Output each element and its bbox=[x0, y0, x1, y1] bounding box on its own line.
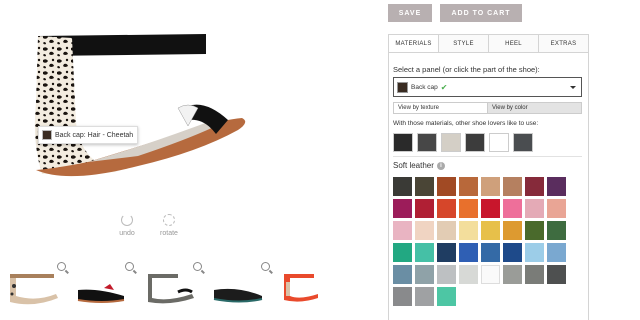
color-swatch[interactable] bbox=[393, 243, 412, 262]
info-icon[interactable]: i bbox=[436, 162, 445, 170]
color-swatch[interactable] bbox=[503, 265, 522, 284]
color-swatch[interactable] bbox=[437, 287, 456, 306]
color-swatch[interactable] bbox=[459, 243, 478, 262]
color-swatch[interactable] bbox=[525, 199, 544, 218]
material-swatch[interactable] bbox=[513, 133, 533, 152]
undo-icon bbox=[121, 214, 133, 226]
color-swatch[interactable] bbox=[415, 199, 434, 218]
shoe-thumbnail[interactable] bbox=[6, 262, 66, 308]
color-swatch[interactable] bbox=[415, 243, 434, 262]
select-panel-label: Select a panel (or click the part of the… bbox=[393, 65, 540, 74]
color-swatch[interactable] bbox=[503, 199, 522, 218]
shoe-thumbnail[interactable] bbox=[74, 262, 134, 308]
color-swatch[interactable] bbox=[503, 221, 522, 240]
color-swatch[interactable] bbox=[459, 177, 478, 196]
shoe-image[interactable] bbox=[28, 22, 278, 187]
add-to-cart-button[interactable]: ADD TO CART bbox=[440, 4, 522, 22]
selected-panel-text: Back cap bbox=[411, 83, 438, 91]
material-swatch[interactable] bbox=[465, 133, 485, 152]
shoe-thumbnail[interactable] bbox=[210, 262, 270, 308]
color-swatch[interactable] bbox=[437, 199, 456, 218]
tab-style[interactable]: STYLE bbox=[438, 35, 488, 52]
shoe-preview: Back cap: Hair - Cheetah undo rotate bbox=[0, 0, 380, 320]
color-swatch[interactable] bbox=[437, 243, 456, 262]
tooltip-text: Back cap: Hair - Cheetah bbox=[55, 131, 134, 139]
recommend-label: With those materials, other shoe lovers … bbox=[393, 120, 539, 127]
divider bbox=[393, 156, 582, 157]
swatch-grid bbox=[393, 177, 566, 306]
panel-tooltip: Back cap: Hair - Cheetah bbox=[38, 126, 139, 144]
color-swatch[interactable] bbox=[525, 177, 544, 196]
color-swatch[interactable] bbox=[459, 199, 478, 218]
tab-bar: MATERIALS STYLE HEEL EXTRAS bbox=[389, 35, 588, 53]
shoe-thumbnails bbox=[6, 262, 326, 310]
color-swatch[interactable] bbox=[415, 265, 434, 284]
zoom-icon[interactable] bbox=[261, 262, 270, 271]
color-swatch[interactable] bbox=[525, 265, 544, 284]
rotate-label: rotate bbox=[160, 230, 178, 237]
color-swatch[interactable] bbox=[525, 243, 544, 262]
check-icon: ✔ bbox=[440, 82, 448, 92]
shoe-thumbnail[interactable] bbox=[142, 262, 202, 308]
panel-thumbnail bbox=[397, 81, 408, 93]
chevron-down-icon bbox=[570, 86, 576, 89]
view-toggle: View by texture View by color bbox=[393, 102, 582, 114]
color-swatch[interactable] bbox=[547, 243, 566, 262]
rotate-icon bbox=[163, 214, 175, 226]
recommended-swatches bbox=[393, 133, 533, 152]
color-swatch[interactable] bbox=[415, 287, 434, 306]
color-swatch[interactable] bbox=[415, 221, 434, 240]
color-swatch[interactable] bbox=[547, 221, 566, 240]
section-title-text: Soft leather bbox=[393, 161, 434, 170]
color-swatch[interactable] bbox=[415, 177, 434, 196]
color-swatch[interactable] bbox=[481, 221, 500, 240]
color-swatch[interactable] bbox=[481, 199, 500, 218]
material-swatch[interactable] bbox=[417, 133, 437, 152]
material-swatch[interactable] bbox=[441, 133, 461, 152]
color-swatch[interactable] bbox=[459, 265, 478, 284]
color-swatch[interactable] bbox=[393, 287, 412, 306]
color-swatch[interactable] bbox=[437, 177, 456, 196]
view-by-texture-button[interactable]: View by texture bbox=[393, 102, 488, 114]
section-title: Soft leather i bbox=[393, 161, 445, 170]
zoom-icon[interactable] bbox=[125, 262, 134, 271]
color-swatch[interactable] bbox=[547, 177, 566, 196]
color-swatch[interactable] bbox=[481, 265, 500, 284]
material-swatch[interactable] bbox=[489, 133, 509, 152]
color-swatch[interactable] bbox=[437, 265, 456, 284]
rotate-button[interactable]: rotate bbox=[152, 214, 186, 237]
tab-materials[interactable]: MATERIALS bbox=[389, 35, 438, 52]
color-swatch[interactable] bbox=[393, 265, 412, 284]
material-swatch[interactable] bbox=[393, 133, 413, 152]
tab-extras[interactable]: EXTRAS bbox=[538, 35, 588, 52]
color-swatch[interactable] bbox=[481, 177, 500, 196]
tooltip-thumbnail bbox=[42, 130, 52, 140]
color-swatch[interactable] bbox=[437, 221, 456, 240]
color-swatch[interactable] bbox=[525, 221, 544, 240]
tab-heel[interactable]: HEEL bbox=[488, 35, 538, 52]
zoom-icon[interactable] bbox=[193, 262, 202, 271]
color-swatch[interactable] bbox=[393, 199, 412, 218]
undo-label: undo bbox=[119, 230, 135, 237]
save-button[interactable]: SAVE bbox=[388, 4, 432, 22]
color-swatch[interactable] bbox=[481, 243, 500, 262]
view-by-color-button[interactable]: View by color bbox=[488, 102, 582, 114]
customizer-panel: MATERIALS STYLE HEEL EXTRAS Select a pan… bbox=[388, 34, 589, 320]
undo-button[interactable]: undo bbox=[110, 214, 144, 237]
shoe-thumbnail[interactable] bbox=[278, 262, 318, 308]
panel-select[interactable]: Back cap ✔ bbox=[393, 77, 582, 97]
color-swatch[interactable] bbox=[393, 221, 412, 240]
color-swatch[interactable] bbox=[459, 221, 478, 240]
color-swatch[interactable] bbox=[393, 177, 412, 196]
color-swatch[interactable] bbox=[503, 177, 522, 196]
color-swatch[interactable] bbox=[547, 199, 566, 218]
zoom-icon[interactable] bbox=[57, 262, 66, 271]
color-swatch[interactable] bbox=[547, 265, 566, 284]
color-swatch[interactable] bbox=[503, 243, 522, 262]
